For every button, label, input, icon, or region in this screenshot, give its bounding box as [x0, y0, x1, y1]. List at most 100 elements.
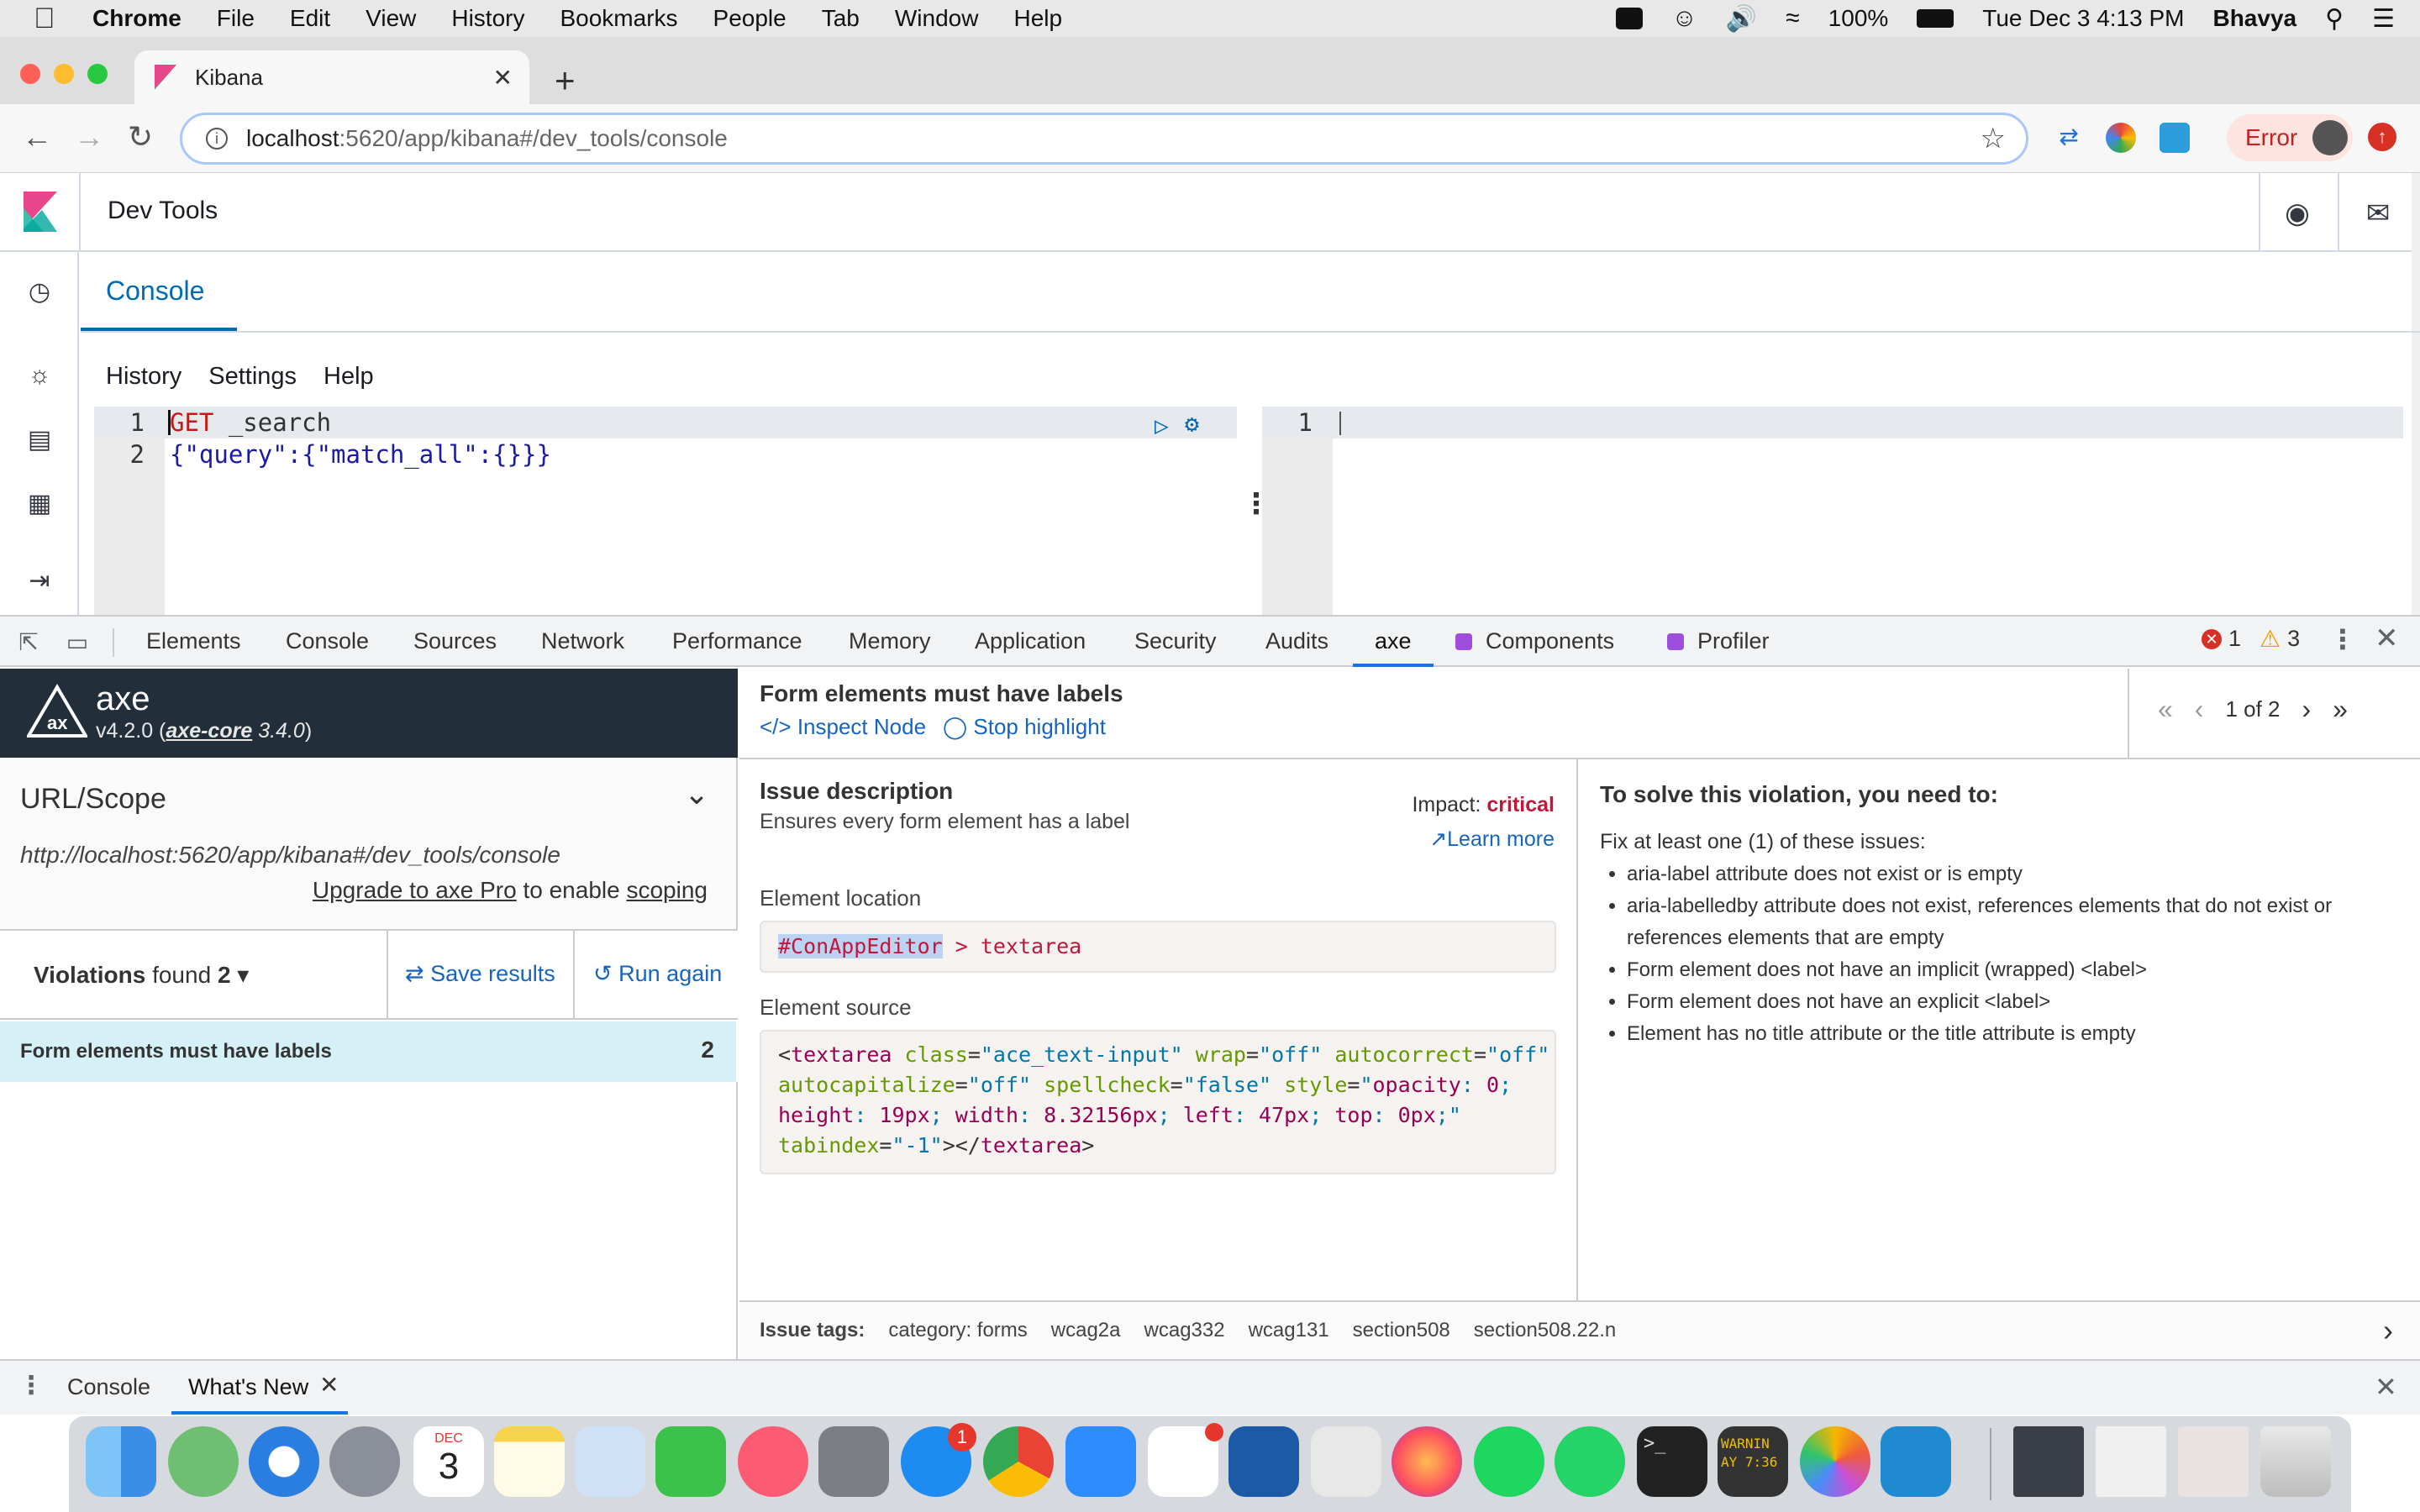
expand-nav-icon[interactable]: ⇥	[25, 566, 54, 595]
devtools-tab-application[interactable]: Application	[975, 617, 1086, 667]
console-response-panel[interactable]: 1	[1262, 407, 2403, 615]
menu-window[interactable]: Window	[895, 5, 979, 32]
firefox-icon[interactable]	[1392, 1426, 1462, 1497]
drawer-tab-whats-new[interactable]: What's New	[188, 1374, 308, 1400]
devtools-tab-sources[interactable]: Sources	[413, 617, 497, 667]
new-tab-button[interactable]: +	[555, 60, 576, 101]
app-store-icon[interactable]: 1	[901, 1423, 976, 1497]
zoom-status-icon[interactable]	[1616, 8, 1644, 29]
tab-console[interactable]: Console	[106, 276, 204, 307]
mail-icon[interactable]: ✉	[2363, 197, 2393, 229]
apple-icon[interactable]: 	[34, 3, 64, 35]
console-app-icon[interactable]: WARNIN AY 7:36	[1718, 1426, 1788, 1497]
kibana-logo-icon[interactable]	[24, 192, 57, 232]
violations-filter-dropdown[interactable]: Violations found 2 ▾	[34, 961, 249, 989]
devtools-close-icon[interactable]: ✕	[2375, 622, 2399, 655]
music-icon[interactable]	[738, 1426, 808, 1497]
menu-bookmarks[interactable]: Bookmarks	[560, 5, 677, 32]
cowboy-status-icon[interactable]: ☺	[1671, 4, 1697, 33]
chrome-update-icon[interactable]: ↑	[2368, 123, 2396, 151]
next-page-icon[interactable]: ›	[2302, 694, 2312, 725]
volume-icon[interactable]: 🔊	[1726, 4, 1757, 34]
devtools-tab-elements[interactable]: Elements	[146, 617, 241, 667]
spotlight-search-icon[interactable]: ⚲	[2325, 4, 2344, 34]
visualize-chart-icon[interactable]: ▤	[25, 425, 54, 454]
terminal-icon[interactable]: >_	[1637, 1426, 1707, 1497]
virtualbox-icon[interactable]	[1228, 1426, 1299, 1497]
window-minimize-button[interactable]	[54, 64, 74, 84]
finder-icon[interactable]	[86, 1426, 156, 1497]
console-menu-settings[interactable]: Settings	[208, 363, 297, 391]
menu-edit[interactable]: Edit	[290, 5, 330, 32]
site-info-icon[interactable]: i	[206, 128, 228, 150]
calendar-icon[interactable]: DEC 3	[413, 1426, 484, 1497]
battery-percent[interactable]: 100%	[1828, 5, 1889, 32]
recent-window-thumbnail[interactable]	[2096, 1426, 2166, 1497]
send-request-play-icon[interactable]: ▷	[1155, 410, 1169, 442]
extension-walkme-icon[interactable]	[2160, 123, 2190, 153]
spotify-icon[interactable]	[1474, 1426, 1544, 1497]
dashboard-icon[interactable]: ▦	[25, 489, 54, 517]
back-icon[interactable]: ←	[22, 119, 52, 155]
devtools-tab-security[interactable]: Security	[1134, 617, 1217, 667]
console-menu-help[interactable]: Help	[324, 363, 374, 391]
atom-icon[interactable]	[168, 1426, 239, 1497]
menu-help[interactable]: Help	[1013, 5, 1062, 32]
devtools-tab-profiler[interactable]: Profiler	[1667, 617, 1770, 667]
slack-icon[interactable]	[1148, 1423, 1223, 1497]
violation-list-item[interactable]: Form elements must have labels 2	[0, 1021, 736, 1082]
scoping-link[interactable]: scoping	[626, 877, 708, 903]
drawer-close-icon[interactable]: ✕	[2375, 1371, 2397, 1403]
system-preferences-icon[interactable]	[818, 1426, 889, 1497]
user-name[interactable]: Bhavya	[2212, 5, 2296, 32]
drawer-menu-icon[interactable]: ⋮	[18, 1371, 44, 1400]
zoom-icon[interactable]	[1065, 1426, 1136, 1497]
request-actions-wrench-icon[interactable]: ⚙	[1185, 408, 1199, 440]
close-tab-icon[interactable]: ✕	[319, 1371, 339, 1399]
battery-icon[interactable]	[1917, 9, 1954, 28]
devtools-menu-icon[interactable]: ⋮	[2329, 623, 2356, 655]
vscode-icon[interactable]	[1881, 1426, 1951, 1497]
extension-color-icon[interactable]	[2106, 123, 2136, 153]
menu-tab[interactable]: Tab	[822, 5, 860, 32]
help-lifebuoy-icon[interactable]: ◉	[2282, 197, 2312, 229]
clock[interactable]: Tue Dec 3 4:13 PM	[1982, 5, 2184, 32]
window-maximize-button[interactable]	[87, 64, 108, 84]
devtools-tab-performance[interactable]: Performance	[672, 617, 802, 667]
chrome-icon[interactable]	[983, 1426, 1054, 1497]
console-request-editor[interactable]: 1 GET _search ▷ ⚙ 2 {"query":{"match_all…	[94, 407, 1237, 615]
inspect-element-icon[interactable]: ⇱	[15, 628, 42, 655]
address-bar[interactable]: i localhost:5620/app/kibana#/dev_tools/c…	[180, 113, 2028, 165]
menu-view[interactable]: View	[366, 5, 416, 32]
profile-error-button[interactable]: Error	[2227, 114, 2353, 161]
axe-core-link[interactable]: axe-core	[166, 719, 252, 743]
devtools-tab-memory[interactable]: Memory	[849, 617, 931, 667]
recent-window-thumbnail[interactable]	[2178, 1426, 2249, 1497]
element-source-code[interactable]: <textarea class="ace_text-input" wrap="o…	[760, 1030, 1556, 1174]
devtools-issue-counter[interactable]: ✕ 1 ⚠ 3	[2202, 625, 2300, 653]
menu-file[interactable]: File	[217, 5, 255, 32]
menu-people[interactable]: People	[713, 5, 786, 32]
devtools-tab-axe[interactable]: axe	[1375, 617, 1412, 667]
upgrade-link[interactable]: Upgrade to axe Pro	[313, 877, 517, 903]
preview-icon[interactable]	[575, 1426, 645, 1497]
extension-arrows-icon[interactable]: ⇄	[2054, 123, 2084, 153]
inspect-node-button[interactable]: </> Inspect Node	[760, 714, 926, 740]
whatsapp-icon[interactable]	[1555, 1426, 1625, 1497]
window-close-button[interactable]	[20, 64, 40, 84]
discover-compass-icon[interactable]: ☼	[25, 361, 54, 390]
element-location-selector[interactable]: #ConAppEditor > textarea	[760, 921, 1556, 973]
close-tab-icon[interactable]: ✕	[493, 64, 513, 92]
devtools-tab-console[interactable]: Console	[286, 617, 369, 667]
first-page-icon[interactable]: «	[2158, 694, 2173, 725]
devtools-tab-network[interactable]: Network	[541, 617, 624, 667]
recent-window-thumbnail[interactable]	[2013, 1426, 2084, 1497]
menu-app-name[interactable]: Chrome	[92, 5, 182, 32]
save-results-button[interactable]: ⇄ Save results	[405, 961, 555, 987]
bookmark-star-icon[interactable]: ☆	[1981, 122, 2006, 155]
menu-history[interactable]: History	[451, 5, 524, 32]
learn-more-link[interactable]: ↗Learn more	[1429, 827, 1555, 852]
notification-center-icon[interactable]: ☰	[2372, 4, 2395, 34]
previous-page-icon[interactable]: ‹	[2195, 694, 2204, 725]
facetime-icon[interactable]	[655, 1426, 726, 1497]
